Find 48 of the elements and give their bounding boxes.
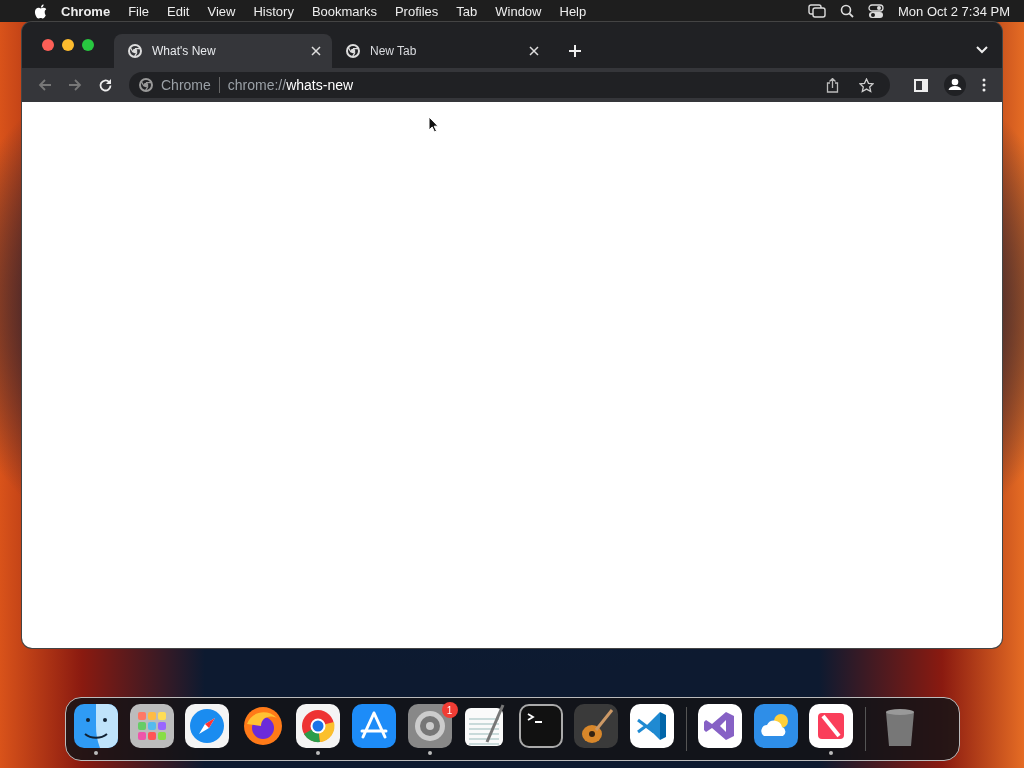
toggles-icon[interactable]	[868, 3, 884, 19]
menu-item[interactable]: Window	[495, 3, 542, 19]
address-bar[interactable]: Chrome chrome://whats-new	[129, 72, 890, 98]
menu-item[interactable]: View	[207, 3, 236, 19]
url-text: chrome://whats-new	[227, 77, 354, 93]
close-icon[interactable]	[311, 46, 321, 56]
guitar-icon[interactable]	[574, 703, 619, 748]
menu-item[interactable]: Profiles	[394, 3, 439, 19]
cloud-icon[interactable]	[753, 703, 798, 748]
share-icon[interactable]	[826, 77, 839, 93]
close-icon[interactable]	[529, 46, 539, 56]
grid-icon[interactable]	[129, 703, 174, 748]
menu-item[interactable]: Tab	[456, 3, 478, 19]
chrome-logo-icon[interactable]	[296, 703, 341, 748]
chevron-down-icon[interactable]	[976, 46, 988, 54]
search-icon[interactable]	[840, 4, 854, 18]
letter-a-icon[interactable]	[351, 703, 396, 748]
face-icon[interactable]	[74, 703, 118, 748]
menu-item[interactable]: Bookmarks	[311, 3, 377, 19]
chrome-logo-icon	[346, 44, 360, 58]
chrome-logo-icon	[128, 44, 142, 58]
menu-bar-clock[interactable]: Mon Oct 2 7:34 PM	[898, 3, 1010, 19]
compass-icon[interactable]	[185, 703, 230, 748]
forward-arrow-icon[interactable]	[68, 78, 82, 92]
code-editor-icon[interactable]	[629, 703, 674, 748]
menu-item[interactable]: Help	[559, 3, 587, 19]
close-window-button[interactable]	[42, 39, 54, 51]
minimize-window-button[interactable]	[62, 39, 74, 51]
app-menu[interactable]: Chrome	[61, 3, 111, 19]
chrome-logo-icon	[139, 78, 153, 92]
apple-icon[interactable]	[34, 3, 47, 19]
profile-avatar-icon[interactable]	[944, 74, 966, 96]
side-panel-icon[interactable]	[914, 78, 928, 92]
more-menu-icon[interactable]	[982, 78, 986, 92]
mouse-pointer-icon	[428, 116, 439, 133]
menu-item[interactable]: History	[253, 3, 294, 19]
terminal-icon[interactable]	[518, 703, 563, 748]
screen-mirroring-icon[interactable]	[808, 4, 826, 18]
back-arrow-icon[interactable]	[38, 78, 52, 92]
reload-icon[interactable]	[98, 77, 113, 93]
browser-tab[interactable]: What's New	[114, 34, 332, 68]
menu-item[interactable]: Edit	[167, 3, 190, 19]
new-tab-button[interactable]	[568, 44, 582, 58]
zoom-window-button[interactable]	[82, 39, 94, 51]
star-icon[interactable]	[859, 77, 874, 93]
browser-tab[interactable]: New Tab	[332, 34, 550, 68]
site-name-label: Chrome	[161, 77, 211, 93]
menu-item[interactable]: File	[128, 3, 150, 19]
